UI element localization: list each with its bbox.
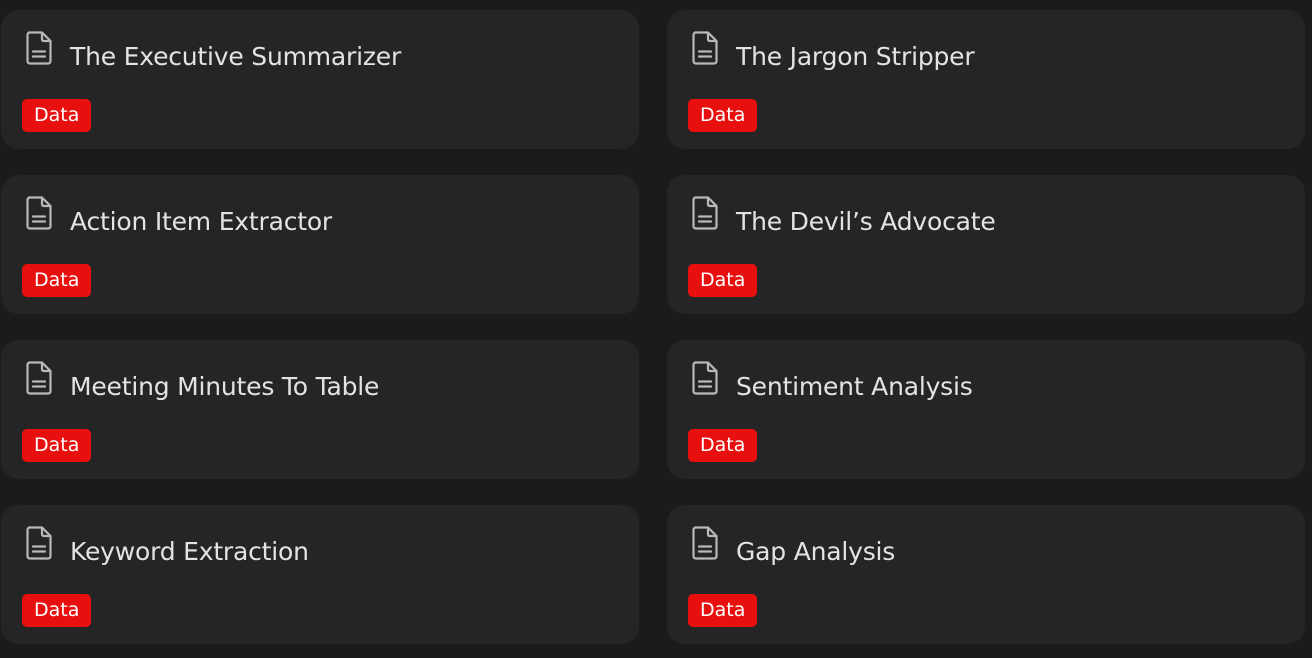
card-title: The Devil’s Advocate xyxy=(736,207,996,236)
document-icon xyxy=(690,360,720,396)
card-title: Sentiment Analysis xyxy=(736,372,973,401)
document-icon xyxy=(24,360,54,396)
category-badge: Data xyxy=(688,99,758,132)
prompt-card-executive-summarizer[interactable]: The Executive Summarizer Data xyxy=(1,10,639,149)
card-title: Keyword Extraction xyxy=(70,537,309,566)
document-icon xyxy=(24,195,54,231)
prompt-card-gap-analysis[interactable]: Gap Analysis Data xyxy=(667,505,1305,644)
prompt-card-sentiment-analysis[interactable]: Sentiment Analysis Data xyxy=(667,340,1305,479)
document-icon xyxy=(24,525,54,561)
document-icon xyxy=(690,525,720,561)
category-badge: Data xyxy=(22,594,92,627)
category-badge: Data xyxy=(22,429,92,462)
card-title: The Jargon Stripper xyxy=(736,42,975,71)
prompt-card-meeting-minutes-to-table[interactable]: Meeting Minutes To Table Data xyxy=(1,340,639,479)
prompt-card-grid: The Executive Summarizer Data The Jargon… xyxy=(0,0,1312,658)
category-badge: Data xyxy=(688,594,758,627)
card-title: Gap Analysis xyxy=(736,537,896,566)
prompt-card-devils-advocate[interactable]: The Devil’s Advocate Data xyxy=(667,175,1305,314)
document-icon xyxy=(24,30,54,66)
card-title: The Executive Summarizer xyxy=(70,42,402,71)
category-badge: Data xyxy=(688,429,758,462)
category-badge: Data xyxy=(22,264,92,297)
card-title: Action Item Extractor xyxy=(70,207,333,236)
prompt-card-action-item-extractor[interactable]: Action Item Extractor Data xyxy=(1,175,639,314)
prompt-card-keyword-extraction[interactable]: Keyword Extraction Data xyxy=(1,505,639,644)
card-title: Meeting Minutes To Table xyxy=(70,372,380,401)
document-icon xyxy=(690,195,720,231)
category-badge: Data xyxy=(688,264,758,297)
document-icon xyxy=(690,30,720,66)
prompt-card-jargon-stripper[interactable]: The Jargon Stripper Data xyxy=(667,10,1305,149)
category-badge: Data xyxy=(22,99,92,132)
